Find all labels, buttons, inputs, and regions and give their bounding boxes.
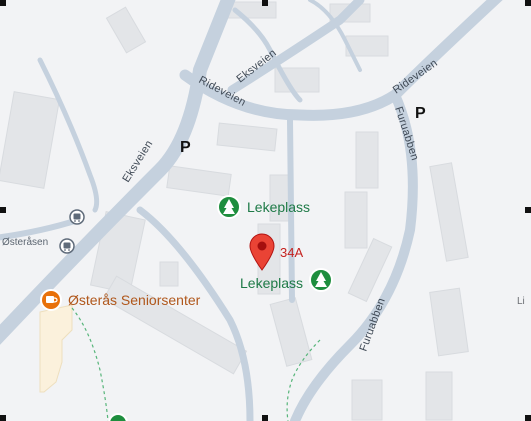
senior-center-poi[interactable]: Østerås Seniorsenter	[40, 289, 201, 311]
road-label-eksveien-branch: Eksveien	[234, 47, 278, 85]
tree-icon	[108, 413, 128, 421]
pin-label: 34A	[280, 245, 303, 260]
resize-handle[interactable]	[525, 415, 531, 421]
road-label-rideveien-right: Rideveien	[391, 57, 440, 96]
parking-marker[interactable]: P	[415, 105, 426, 122]
bus-stop-icon[interactable]	[69, 209, 85, 225]
resize-handle[interactable]	[262, 0, 268, 6]
senior-center-label: Østerås Seniorsenter	[68, 292, 201, 308]
resize-handle[interactable]	[525, 207, 531, 213]
road-label-furuabben-bottom: Furuabben	[358, 296, 388, 353]
resize-handle[interactable]	[262, 415, 268, 421]
playground-poi[interactable]: Lekeplass	[240, 268, 333, 292]
resize-handle[interactable]	[0, 0, 6, 6]
resize-handle[interactable]	[0, 415, 6, 421]
resize-handle[interactable]	[0, 207, 6, 213]
playground-label: Lekeplass	[240, 275, 303, 291]
playground-poi[interactable]: Lekeplass	[217, 195, 310, 219]
map-pin-icon	[249, 233, 275, 271]
map-canvas[interactable]: Eksveien Eksveien Rideveien Rideveien Fu…	[0, 0, 531, 421]
tree-icon	[309, 268, 333, 292]
road-label-osteraasen: Østeråsen	[2, 236, 48, 248]
road-label-eksveien-main: Eksveien	[120, 138, 155, 184]
location-pin[interactable]: 34A	[249, 233, 303, 271]
bus-stop-icon[interactable]	[59, 238, 75, 254]
cafe-icon	[40, 289, 62, 311]
edge-label: Li	[517, 296, 525, 307]
resize-handle[interactable]	[525, 0, 531, 6]
parking-marker[interactable]: P	[180, 139, 191, 156]
tree-icon	[217, 195, 241, 219]
playground-label: Lekeplass	[247, 199, 310, 215]
